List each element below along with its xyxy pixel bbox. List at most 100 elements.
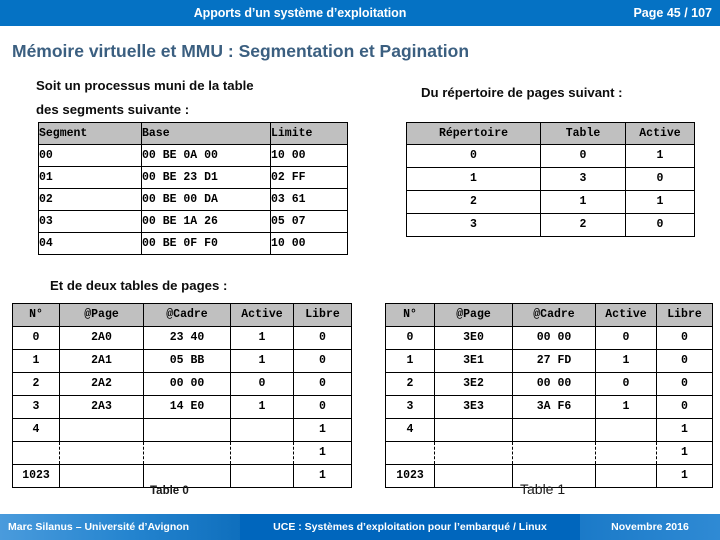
cell-active: 1 (625, 144, 695, 168)
table-row: 0 2A0 23 40 1 0 (12, 326, 352, 350)
cell-limite: 05 07 (270, 210, 348, 233)
page-table-1: N° @Page @Cadre Active Libre 0 3E0 00 00… (385, 303, 713, 488)
cell-table: 0 (540, 144, 626, 168)
cell-cadre: 23 40 (143, 326, 231, 350)
cell-active (595, 418, 657, 442)
cell-active (595, 441, 657, 465)
intro-text-right: Du répertoire de pages suivant : (421, 85, 623, 100)
cell-numero (385, 441, 435, 465)
cell-cadre (512, 441, 596, 465)
cell-numero: 1 (385, 349, 435, 373)
header-bar: Apports d’un système d’exploitation Page… (0, 0, 720, 26)
column-header-limite: Limite (270, 122, 348, 145)
cell-page (434, 418, 513, 442)
cell-libre: 1 (656, 464, 713, 488)
cell-libre: 0 (656, 349, 713, 373)
cell-active (230, 441, 294, 465)
cell-cadre (143, 418, 231, 442)
cell-active: 0 (625, 213, 695, 237)
cell-segment: 00 (38, 144, 142, 167)
cell-active: 0 (230, 372, 294, 396)
cell-page: 3E3 (434, 395, 513, 419)
table-header-row: N° @Page @Cadre Active Libre (12, 303, 352, 327)
cell-table: 1 (540, 190, 626, 214)
cell-numero: 0 (385, 326, 435, 350)
cell-page (59, 464, 144, 488)
cell-cadre: 00 00 (512, 326, 596, 350)
column-header-cadre: @Cadre (512, 303, 596, 327)
cell-segment: 03 (38, 210, 142, 233)
table-row: 0 0 1 (406, 144, 695, 168)
cell-libre: 0 (656, 372, 713, 396)
table-row: 03 00 BE 1A 26 05 07 (38, 210, 348, 233)
table-header-row: Répertoire Table Active (406, 122, 695, 145)
cell-active (230, 464, 294, 488)
pages-tables-caption: Et de deux tables de pages : (50, 278, 228, 293)
page-table-0: N° @Page @Cadre Active Libre 0 2A0 23 40… (12, 303, 352, 488)
cell-active: 0 (595, 326, 657, 350)
cell-numero: 4 (385, 418, 435, 442)
cell-libre: 1 (293, 464, 352, 488)
header-title: Apports d’un système d’exploitation (193, 6, 407, 20)
cell-page (434, 441, 513, 465)
cell-numero: 2 (12, 372, 60, 396)
table-row: 4 1 (12, 418, 352, 442)
cell-libre: 1 (293, 441, 352, 465)
cell-cadre: 27 FD (512, 349, 596, 373)
page-indicator: Page 45 / 107 (633, 6, 712, 20)
cell-numero: 2 (385, 372, 435, 396)
cell-cadre: 00 00 (143, 372, 231, 396)
page-directory-table: Répertoire Table Active 0 0 1 1 3 0 2 1 … (406, 122, 695, 237)
cell-base: 00 BE 0A 00 (141, 144, 271, 167)
footer-course: UCE : Systèmes d’exploitation pour l’emb… (240, 514, 580, 540)
cell-segment: 04 (38, 232, 142, 255)
footer-author: Marc Silanus – Université d’Avignon (0, 514, 240, 540)
table-row-ellipsis: 1 (12, 441, 352, 465)
cell-libre: 0 (656, 395, 713, 419)
intro-text-left-line1: Soit un processus muni de la table (36, 78, 254, 93)
cell-page: 3E1 (434, 349, 513, 373)
cell-numero: 3 (12, 395, 60, 419)
cell-page: 2A0 (59, 326, 144, 350)
cell-repertoire: 3 (406, 213, 541, 237)
table-row: 3 3E3 3A F6 1 0 (385, 395, 713, 419)
cell-table: 2 (540, 213, 626, 237)
footer-bar: Marc Silanus – Université d’Avignon UCE … (0, 514, 720, 540)
column-header-page: @Page (59, 303, 144, 327)
table-row: 00 00 BE 0A 00 10 00 (38, 144, 348, 167)
table-row-ellipsis: 1 (385, 441, 713, 465)
cell-page: 2A2 (59, 372, 144, 396)
cell-repertoire: 2 (406, 190, 541, 214)
table-header-row: Segment Base Limite (38, 122, 348, 145)
cell-base: 00 BE 00 DA (141, 188, 271, 211)
table-row: 2 3E2 00 00 0 0 (385, 372, 713, 396)
column-header-segment: Segment (38, 122, 142, 145)
table-header-row: N° @Page @Cadre Active Libre (385, 303, 713, 327)
cell-cadre (143, 441, 231, 465)
column-header-libre: Libre (656, 303, 713, 327)
cell-limite: 03 61 (270, 188, 348, 211)
cell-cadre: 14 E0 (143, 395, 231, 419)
cell-libre: 1 (656, 418, 713, 442)
cell-base: 00 BE 0F F0 (141, 232, 271, 255)
cell-active (595, 464, 657, 488)
cell-libre: 1 (293, 418, 352, 442)
cell-libre: 0 (293, 349, 352, 373)
column-header-active: Active (595, 303, 657, 327)
column-header-numero: N° (12, 303, 60, 327)
segments-table: Segment Base Limite 00 00 BE 0A 00 10 00… (38, 122, 348, 255)
cell-limite: 10 00 (270, 144, 348, 167)
cell-numero (12, 441, 60, 465)
cell-active (230, 418, 294, 442)
cell-page: 3E0 (434, 326, 513, 350)
cell-repertoire: 0 (406, 144, 541, 168)
column-header-page: @Page (434, 303, 513, 327)
table-row: 1 2A1 05 BB 1 0 (12, 349, 352, 373)
table-row: 0 3E0 00 00 0 0 (385, 326, 713, 350)
cell-active: 1 (595, 395, 657, 419)
cell-table: 3 (540, 167, 626, 191)
table-row: 2 2A2 00 00 0 0 (12, 372, 352, 396)
column-header-libre: Libre (293, 303, 352, 327)
cell-cadre: 05 BB (143, 349, 231, 373)
cell-repertoire: 1 (406, 167, 541, 191)
